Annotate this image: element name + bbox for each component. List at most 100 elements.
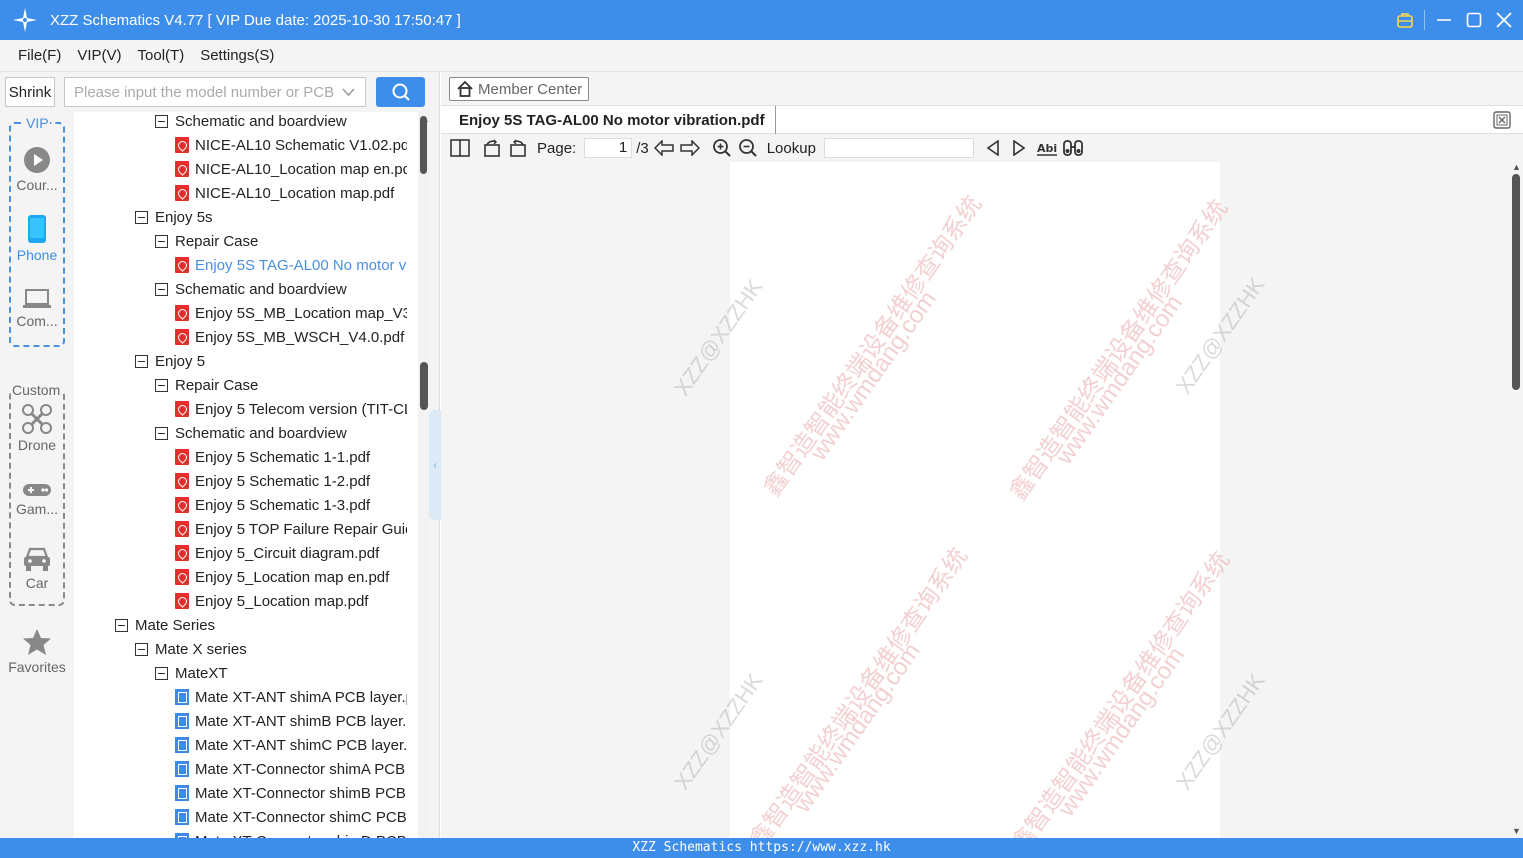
tree-folder[interactable]: Mate Series bbox=[115, 613, 420, 637]
chevron-down-icon[interactable] bbox=[342, 87, 355, 97]
menu-settings[interactable]: Settings(S) bbox=[200, 47, 274, 64]
tree-file[interactable]: NICE-AL10 Schematic V1.02.pdf bbox=[175, 133, 420, 157]
viewer-scroll-thumb[interactable] bbox=[1512, 174, 1520, 390]
tree-folder[interactable]: Schematic and boardview bbox=[155, 421, 420, 445]
chevron-left-icon: ‹ bbox=[433, 459, 437, 471]
search-button[interactable] bbox=[376, 77, 425, 107]
menu-tool[interactable]: Tool(T) bbox=[138, 47, 185, 64]
tree-folder[interactable]: MateXT bbox=[155, 661, 420, 685]
tree-file[interactable]: Enjoy 5 Telecom version (TIT-CL bbox=[175, 397, 420, 421]
find-all-binoculars-icon[interactable] bbox=[1062, 137, 1084, 159]
tree-folder[interactable]: Enjoy 5 bbox=[135, 349, 420, 373]
scroll-down-icon[interactable]: ▼ bbox=[1512, 826, 1521, 836]
maximize-icon[interactable] bbox=[1463, 9, 1485, 31]
previous-page-icon[interactable] bbox=[653, 137, 675, 159]
collapse-icon[interactable] bbox=[135, 642, 148, 656]
tree-folder[interactable]: Schematic and boardview bbox=[155, 112, 420, 133]
rotate-right-icon[interactable] bbox=[507, 137, 529, 159]
match-case-icon[interactable]: Abi bbox=[1036, 137, 1058, 159]
tree-label: Mate X series bbox=[155, 640, 247, 658]
tree-label: Schematic and boardview bbox=[175, 424, 347, 442]
lookup-input[interactable] bbox=[823, 138, 974, 158]
tree-file[interactable]: Enjoy 5 Schematic 1-1.pdf bbox=[175, 445, 420, 469]
close-icon[interactable] bbox=[1493, 9, 1515, 31]
rail-item-favorites[interactable]: Favorites bbox=[0, 628, 74, 675]
tree-scroll-thumb-horizontal[interactable] bbox=[420, 116, 427, 174]
tree-file[interactable]: Enjoy 5 Schematic 1-2.pdf bbox=[175, 469, 420, 493]
tree-file[interactable]: Mate XT-ANT shimC PCB layer.p bbox=[175, 733, 420, 757]
minimize-icon[interactable] bbox=[1433, 9, 1455, 31]
member-center-label: Member Center bbox=[478, 80, 583, 98]
tree-file[interactable]: Enjoy 5_Location map en.pdf bbox=[175, 565, 420, 589]
menu-vip[interactable]: VIP(V) bbox=[77, 47, 121, 64]
member-center-button[interactable]: Member Center bbox=[449, 77, 589, 101]
tree-file[interactable]: Enjoy 5S_MB_Location map_V3. bbox=[175, 301, 420, 325]
pdf-file-icon bbox=[175, 569, 189, 585]
tree-folder[interactable]: Mate X series bbox=[135, 637, 420, 661]
tree-folder[interactable]: Repair Case bbox=[155, 373, 420, 397]
rail-item-computer[interactable]: Com... bbox=[0, 288, 74, 329]
tree-label: Enjoy 5 Telecom version (TIT-CL bbox=[195, 400, 413, 418]
menu-file[interactable]: File(F) bbox=[18, 47, 61, 64]
rotate-left-icon[interactable] bbox=[481, 137, 503, 159]
rail-item-phone[interactable]: Phone bbox=[0, 214, 74, 263]
rail-item-drone[interactable]: Drone bbox=[0, 404, 74, 453]
collapse-panel-button[interactable]: ‹ bbox=[429, 410, 441, 520]
rail-item-game[interactable]: Gam... bbox=[0, 482, 74, 517]
tree-label: NICE-AL10 Schematic V1.02.pdf bbox=[195, 136, 414, 154]
tree-file[interactable]: Mate XT-ANT shimB PCB layer.p bbox=[175, 709, 420, 733]
pdf-file-icon bbox=[175, 305, 189, 321]
tree-label: NICE-AL10_Location map en.pd bbox=[195, 160, 411, 178]
tree-file[interactable]: Mate XT-Connector shimB PCB bbox=[175, 781, 420, 805]
tree-folder[interactable]: Schematic and boardview bbox=[155, 277, 420, 301]
collapse-icon[interactable] bbox=[155, 378, 168, 392]
collapse-icon[interactable] bbox=[155, 666, 168, 680]
close-tab-icon[interactable] bbox=[1493, 111, 1511, 132]
tree-file[interactable]: Enjoy 5_Circuit diagram.pdf bbox=[175, 541, 420, 565]
rail-item-label: Com... bbox=[16, 313, 58, 329]
phone-icon bbox=[28, 215, 46, 243]
rail-item-course[interactable]: Cour... bbox=[0, 146, 74, 193]
shrink-button[interactable]: Shrink bbox=[5, 77, 55, 107]
collapse-icon[interactable] bbox=[135, 354, 148, 368]
collapse-icon[interactable] bbox=[155, 282, 168, 296]
viewer-scrollbar[interactable]: ▲ ▼ bbox=[1509, 162, 1523, 838]
two-page-view-icon[interactable] bbox=[449, 137, 471, 159]
tree-file[interactable]: NICE-AL10_Location map.pdf bbox=[175, 181, 420, 205]
search-input[interactable]: Please input the model number or PCB bbox=[64, 77, 366, 107]
scroll-up-icon[interactable]: ▲ bbox=[1512, 162, 1521, 172]
tree-label: Schematic and boardview bbox=[175, 112, 347, 130]
tree-file[interactable]: Mate XT-Connector shimA PCB bbox=[175, 757, 420, 781]
document-canvas[interactable]: 鑫智造智能终端设备维修查询系统 www.wmdang.com XZZ@XZZHK… bbox=[441, 162, 1509, 838]
tab-current-document[interactable]: Enjoy 5S TAG-AL00 No motor vibration.pdf bbox=[449, 106, 776, 134]
zoom-out-icon[interactable] bbox=[737, 137, 759, 159]
collapse-icon[interactable] bbox=[155, 234, 168, 248]
collapse-icon[interactable] bbox=[115, 618, 128, 632]
find-previous-icon[interactable] bbox=[982, 137, 1004, 159]
rail-item-car[interactable]: Car bbox=[0, 546, 74, 591]
tree-file[interactable]: Enjoy 5_Location map.pdf bbox=[175, 589, 420, 613]
find-next-icon[interactable] bbox=[1008, 137, 1030, 159]
tree-folder[interactable]: Enjoy 5s bbox=[135, 205, 420, 229]
tree-file[interactable]: Mate XT-Connector shimD PCB bbox=[175, 829, 420, 838]
page-number-input[interactable]: 1 bbox=[584, 138, 633, 158]
tree-label: NICE-AL10_Location map.pdf bbox=[195, 184, 395, 202]
tree-file[interactable]: Enjoy 5S TAG-AL00 No motor vi bbox=[175, 253, 420, 277]
tree-file[interactable]: Enjoy 5 TOP Failure Repair Guid bbox=[175, 517, 420, 541]
star-icon bbox=[23, 629, 51, 655]
collapse-icon[interactable] bbox=[155, 426, 168, 440]
rail-item-label: Gam... bbox=[15, 501, 58, 517]
tree-folder[interactable]: Repair Case bbox=[155, 229, 420, 253]
pdf-file-icon bbox=[175, 185, 189, 201]
tree-file[interactable]: Mate XT-ANT shimA PCB layer.p bbox=[175, 685, 420, 709]
tree-file[interactable]: Mate XT-Connector shimC PCB bbox=[175, 805, 420, 829]
next-page-icon[interactable] bbox=[679, 137, 701, 159]
collapse-icon[interactable] bbox=[155, 114, 168, 128]
zoom-in-icon[interactable] bbox=[711, 137, 733, 159]
tree-file[interactable]: NICE-AL10_Location map en.pd bbox=[175, 157, 420, 181]
tree-file[interactable]: Enjoy 5 Schematic 1-3.pdf bbox=[175, 493, 420, 517]
vip-bag-icon[interactable] bbox=[1394, 9, 1416, 31]
tree-file[interactable]: Enjoy 5S_MB_WSCH_V4.0.pdf bbox=[175, 325, 420, 349]
tree-scroll-thumb[interactable] bbox=[420, 362, 428, 410]
collapse-icon[interactable] bbox=[135, 210, 148, 224]
